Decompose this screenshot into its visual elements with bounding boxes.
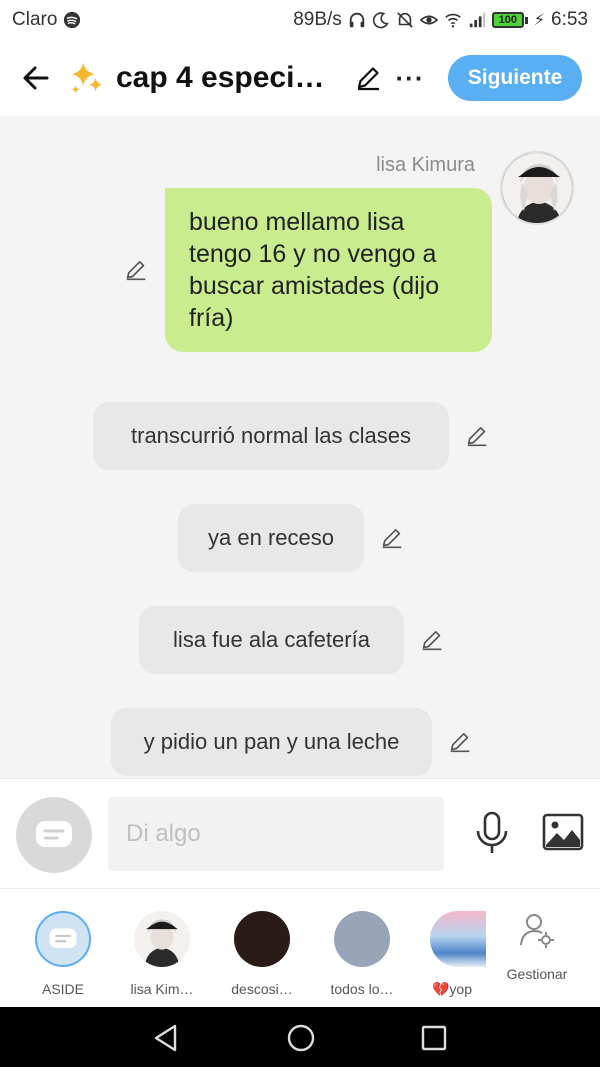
edit-title-button[interactable] [351, 61, 385, 95]
signal-icon [469, 12, 485, 28]
clock: 6:53 [551, 9, 588, 30]
edit-narration-icon[interactable] [379, 525, 405, 551]
character-todos[interactable]: todos lo… [317, 911, 407, 997]
character-yop[interactable]: 💔yop [410, 911, 500, 998]
message-bubble[interactable]: bueno mellamo lisa tengo 16 y no vengo a… [165, 188, 492, 352]
chat-bubble-icon [36, 821, 72, 847]
manage-label: Gestionar [506, 966, 568, 982]
header: cap 4 especi… ··· Siguiente [0, 40, 600, 116]
arrow-left-icon [23, 66, 49, 90]
nav-recents-icon[interactable] [420, 1024, 448, 1052]
avatar [334, 911, 390, 967]
back-button[interactable] [18, 60, 54, 96]
character-descosi[interactable]: descosi… [217, 911, 307, 997]
avatar [234, 911, 290, 967]
character-label: todos lo… [330, 981, 394, 997]
avatar-image [502, 153, 572, 223]
pencil-icon [357, 67, 379, 91]
microphone-icon[interactable] [472, 811, 512, 855]
chat-area[interactable]: lisa Kimura bueno mellamo lisa tengo 16 … [0, 116, 600, 778]
nav-back-icon[interactable] [151, 1023, 181, 1053]
spotify-icon [64, 11, 81, 29]
character-label: 💔yop [432, 981, 473, 997]
headphones-icon [349, 12, 364, 28]
narration-bubble[interactable]: transcurrió normal las clases [93, 402, 449, 470]
nav-home-icon[interactable] [286, 1023, 316, 1053]
manage-button[interactable]: Gestionar [497, 911, 577, 982]
character-lisa[interactable]: lisa Kim… [117, 911, 207, 997]
character-aside[interactable]: ASIDE [18, 911, 108, 997]
avatar[interactable] [500, 151, 574, 225]
page-title: cap 4 especi… [116, 61, 325, 94]
wifi-icon [445, 13, 461, 28]
character-label: ASIDE [41, 981, 84, 997]
edit-narration-icon[interactable] [419, 627, 445, 653]
muted-icon [397, 12, 413, 28]
narration-bubble[interactable]: y pidio un pan y una leche [111, 708, 432, 776]
character-label: lisa Kim… [130, 981, 194, 997]
carrier-label: Claro [12, 9, 58, 30]
narration-bubble[interactable]: lisa fue ala cafetería [139, 606, 404, 674]
image-icon[interactable] [542, 813, 584, 851]
edit-narration-icon[interactable] [447, 729, 473, 755]
user-settings-icon [520, 914, 554, 948]
narration-bubble[interactable]: ya en receso [178, 504, 364, 572]
chat-bubble-icon [49, 928, 77, 948]
avatar [134, 911, 190, 967]
network-speed: 89B/s [293, 9, 342, 30]
sparkle-icon [71, 62, 103, 94]
charging-icon: ⚡ [533, 12, 546, 29]
chat-mode-button[interactable] [16, 797, 92, 873]
aside-avatar [35, 911, 91, 967]
avatar [430, 911, 486, 967]
character-label: descosi… [231, 981, 293, 997]
system-nav-bar [0, 1007, 600, 1067]
moon-icon [372, 12, 389, 29]
status-bar: Claro 89B/s 100 ⚡ 6:53 [0, 0, 600, 40]
battery-icon: 100 [491, 12, 528, 28]
sender-name: lisa Kimura [376, 154, 475, 176]
input-bar [0, 778, 600, 888]
message-input[interactable] [108, 797, 444, 871]
edit-narration-icon[interactable] [464, 423, 490, 449]
more-options-button[interactable]: ··· [393, 61, 427, 95]
eye-icon [419, 15, 438, 25]
next-button[interactable]: Siguiente [448, 55, 582, 101]
character-bar: ASIDE lisa Kim… descosi… todos lo… 💔yop … [0, 888, 600, 1007]
edit-message-icon[interactable] [123, 257, 149, 283]
